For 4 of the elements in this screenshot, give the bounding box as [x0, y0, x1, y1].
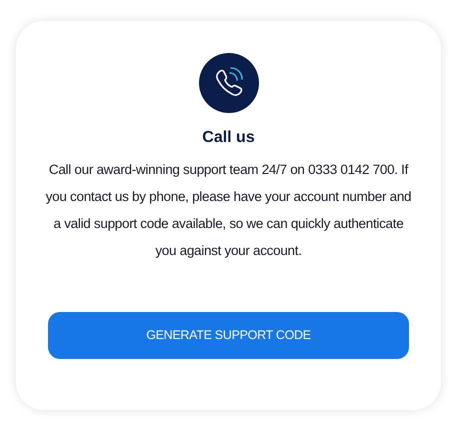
card-description: Call our award-winning support team 24/7 on 0333 0142 700. If you contact us by phone, please have your account number and a valid support code available, so we can quickly authenticate you against your account.: [44, 161, 412, 260]
card-title: Call us: [202, 128, 255, 148]
generate-support-code-button[interactable]: GENERATE SUPPORT CODE: [48, 312, 409, 359]
phone-icon: [198, 53, 258, 113]
